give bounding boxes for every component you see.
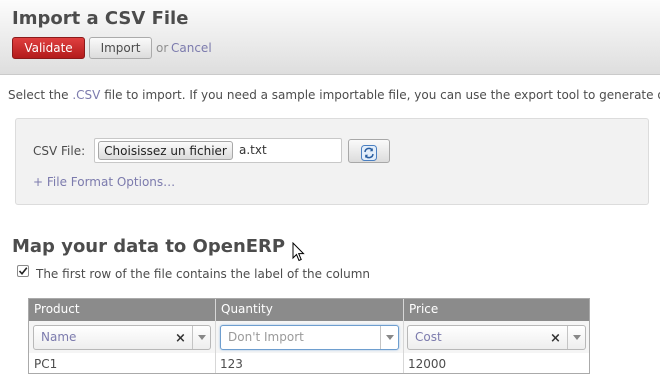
- dropdown-arrow-icon[interactable]: [198, 335, 206, 340]
- field-select-quantity[interactable]: Don't Import: [220, 325, 399, 350]
- column-header-quantity: Quantity: [216, 299, 403, 321]
- clear-icon[interactable]: ×: [175, 331, 186, 346]
- column-header-product: Product: [29, 299, 215, 321]
- clear-icon[interactable]: ×: [550, 331, 561, 346]
- file-format-options-link[interactable]: + File Format Options…: [33, 175, 175, 189]
- choose-file-button[interactable]: Choisissez un fichier: [98, 141, 233, 160]
- select-divider: [192, 326, 193, 349]
- or-text: or: [156, 41, 169, 55]
- select-divider: [380, 326, 381, 349]
- selected-field: Name: [41, 330, 77, 344]
- header-bar: Import a CSV File Validate Import or Can…: [0, 0, 660, 75]
- mapping-table: Product Quantity Price Name × Don't Impo…: [28, 298, 590, 374]
- reload-file-button[interactable]: [348, 139, 390, 163]
- mapping-title: Map your data to OpenERP: [12, 236, 286, 257]
- column-divider: [403, 299, 404, 373]
- dropdown-arrow-icon[interactable]: [386, 335, 394, 340]
- file-panel: CSV File: Choisissez un fichier a.txt + …: [15, 118, 649, 205]
- dropdown-arrow-icon[interactable]: [573, 335, 581, 340]
- intro-text-after: file to import. If you need a sample imp…: [100, 88, 660, 102]
- validate-button[interactable]: Validate: [12, 37, 85, 59]
- file-input[interactable]: Choisissez un fichier a.txt: [94, 138, 342, 163]
- import-button[interactable]: Import: [89, 37, 152, 59]
- table-cell: PC1: [34, 357, 58, 371]
- column-divider: [215, 299, 216, 373]
- table-cell: 123: [220, 357, 243, 371]
- table-cell: 12000: [408, 357, 447, 371]
- csv-file-label: CSV File:: [33, 144, 86, 158]
- selected-field: Don't Import: [228, 330, 304, 344]
- intro-text-before: Select the: [8, 88, 73, 102]
- cancel-link[interactable]: Cancel: [171, 41, 212, 55]
- file-name: a.txt: [239, 143, 267, 157]
- selected-field: Cost: [415, 330, 442, 344]
- select-divider: [567, 326, 568, 349]
- first-row-label: The first row of the file contains the l…: [36, 267, 371, 281]
- csv-link[interactable]: .CSV: [72, 88, 100, 102]
- intro-text: Select the .CSV file to import. If you n…: [8, 88, 660, 102]
- mouse-pointer-icon: [292, 242, 305, 262]
- page-title: Import a CSV File: [12, 8, 189, 29]
- first-row-checkbox[interactable]: [17, 265, 29, 277]
- column-header-price: Price: [404, 299, 589, 321]
- reload-icon: [361, 144, 377, 161]
- field-select-product[interactable]: Name ×: [33, 325, 211, 350]
- field-select-price[interactable]: Cost ×: [407, 325, 586, 350]
